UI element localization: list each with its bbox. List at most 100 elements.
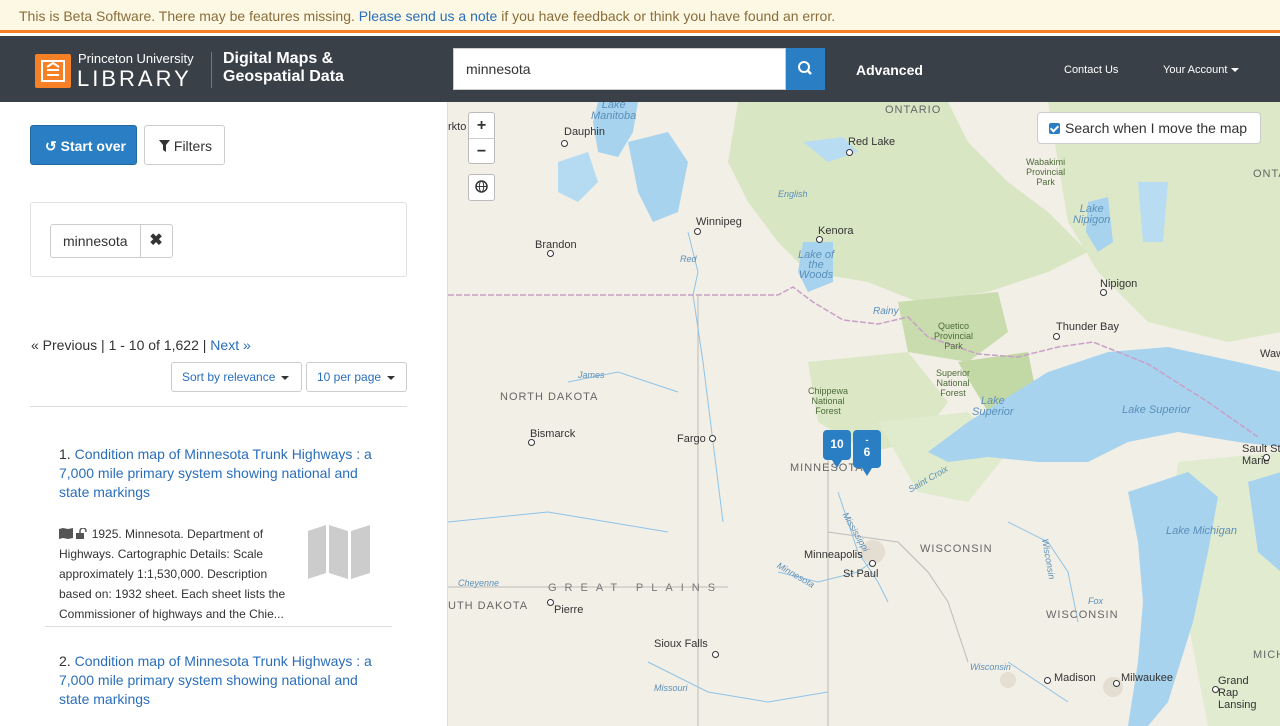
city-dot — [1053, 333, 1060, 340]
contact-us-link[interactable]: Contact Us — [1064, 64, 1118, 76]
city-dot — [846, 149, 853, 156]
library-wordmark[interactable]: LIBRARY — [77, 66, 192, 92]
city-dot — [561, 140, 568, 147]
beta-text: This is Beta Software. There may be feat… — [19, 8, 355, 24]
app-title-line2: Geospatial Data — [223, 68, 344, 85]
zoom-out-button[interactable]: − — [469, 139, 494, 164]
remove-constraint-button[interactable]: ✖ — [141, 225, 172, 257]
label-milwaukee: Milwaukee — [1121, 672, 1173, 684]
city-dot — [1113, 680, 1120, 687]
label-lake-nipigon: Lake Nipigon — [1073, 203, 1111, 226]
label-fargo: Fargo — [677, 433, 706, 445]
city-dot — [1212, 686, 1219, 693]
label-pierre: Pierre — [554, 604, 584, 616]
filter-icon — [159, 140, 170, 152]
previous-page: « Previous — [31, 337, 98, 353]
result-description: 1925. Minnesota. Department of Highways.… — [59, 524, 294, 624]
label-sault-ste-marie: Sault SteMarie — [1242, 443, 1280, 467]
label-fox-river: Fox — [1088, 596, 1104, 606]
city-dot — [547, 250, 554, 257]
label-red-lake: Red Lake — [848, 136, 896, 148]
label-lake-michigan: Lake Michigan — [1166, 525, 1237, 537]
label-michigan: MICHIG — [1253, 649, 1280, 661]
marker-count: 10 — [830, 437, 844, 451]
label-chippewa: Chippewa National Forest — [808, 386, 849, 416]
applied-constraints: minnesota ✖ — [30, 202, 407, 277]
label-missouri-river: Missouri — [654, 683, 688, 693]
app-title-line1: Digital Maps & — [223, 50, 334, 67]
map-marker-cluster[interactable]: 10 — [823, 430, 851, 468]
label-quetico: Quetico Provincial Park — [934, 321, 974, 351]
beta-suffix: if you have feedback or think you have f… — [501, 8, 836, 24]
search-when-move-label: Search when I move the map — [1065, 120, 1248, 136]
feedback-link[interactable]: Please send us a note — [359, 8, 498, 24]
label-ontario: ONTARIO — [885, 104, 942, 116]
city-dot — [816, 236, 823, 243]
label-winnipeg: Winnipeg — [696, 216, 742, 228]
result-title-link[interactable]: Condition map of Minnesota Trunk Highway… — [59, 446, 372, 500]
city-dot — [694, 228, 701, 235]
pagination: « Previous | 1 - 10 of 1,622 | Next » — [31, 337, 251, 353]
label-waw: Waw — [1260, 348, 1280, 360]
org-name: Princeton University — [78, 51, 194, 66]
label-rkto: rkto — [448, 121, 467, 133]
label-south-dakota: UTH DAKOTA — [448, 600, 529, 612]
start-over-button[interactable]: ↺ Start over — [30, 125, 137, 165]
label-superior-nf: Superior National Forest — [936, 368, 971, 398]
label-sioux-falls: Sioux Falls — [654, 638, 708, 650]
constraint-label: minnesota — [51, 225, 141, 257]
search-button[interactable] — [786, 48, 825, 90]
label-ontario-2: ONTAR — [1253, 168, 1280, 180]
sort-label: Sort by relevance — [182, 370, 276, 384]
zoom-in-button[interactable]: + — [469, 113, 494, 139]
results-sidebar: ↺ Start over Filters minnesota ✖ « Previ… — [0, 102, 447, 726]
label-thunder-bay: Thunder Bay — [1056, 321, 1119, 333]
label-grand-rapids: Grand Rap — [1218, 675, 1249, 699]
result-description-text: 1925. Minnesota. Department of Highways.… — [59, 527, 286, 621]
map-view[interactable]: LakeManitoba rkto Dauphin ONTARIO ONTAR … — [447, 102, 1280, 726]
result-item: 1. Condition map of Minnesota Trunk High… — [59, 445, 389, 621]
city-dot — [869, 560, 876, 567]
label-great-plains: GREAT PLAINS — [548, 582, 724, 594]
label-wabakimi: Wabakimi Provincial Park — [1026, 157, 1066, 187]
app-title[interactable]: Digital Maps & Geospatial Data — [223, 50, 344, 86]
chevron-down-icon — [387, 375, 396, 380]
label-wisconsin-2: WISCONSIN — [1046, 609, 1119, 621]
label-north-dakota: NORTH DAKOTA — [500, 391, 599, 403]
search-input[interactable] — [453, 48, 786, 90]
header-divider — [211, 52, 212, 88]
checkbox-checked-icon[interactable] — [1049, 123, 1060, 134]
library-logo-icon[interactable] — [35, 54, 71, 88]
label-red-river: Red — [680, 254, 697, 264]
city-dot — [709, 435, 716, 442]
world-extent-button[interactable] — [468, 174, 495, 201]
sort-dropdown[interactable]: Sort by relevance — [171, 362, 302, 392]
search-icon — [798, 61, 812, 75]
unlock-icon — [76, 527, 88, 539]
start-over-label: Start over — [60, 138, 126, 154]
header: Princeton University LIBRARY Digital Map… — [0, 36, 1280, 102]
label-bismarck: Bismarck — [530, 428, 576, 440]
account-label: Your Account — [1163, 64, 1228, 76]
advanced-search-link[interactable]: Advanced — [856, 62, 923, 78]
account-menu[interactable]: Your Account — [1163, 64, 1240, 76]
per-page-dropdown[interactable]: 10 per page — [306, 362, 407, 392]
search-when-move-toggle[interactable]: Search when I move the map — [1037, 112, 1261, 144]
label-lake-of-the-woods: Lake of the Woods — [798, 249, 835, 281]
next-page-link[interactable]: Next » — [210, 337, 250, 353]
undo-icon: ↺ — [45, 138, 57, 154]
label-james-river: James — [578, 370, 605, 380]
label-nipigon: Nipigon — [1100, 278, 1138, 290]
label-st-paul: St Paul — [843, 568, 879, 580]
filters-button[interactable]: Filters — [144, 125, 225, 165]
label-dauphin: Dauphin — [564, 126, 605, 138]
result-title-link[interactable]: Condition map of Minnesota Trunk Highway… — [59, 653, 372, 707]
label-minneapolis: Minneapolis — [804, 549, 863, 561]
beta-banner: This is Beta Software. There may be feat… — [0, 0, 1280, 33]
city-dot — [528, 439, 535, 446]
label-wisconsin: WISCONSIN — [920, 543, 993, 555]
map-marker-cluster[interactable]: - 6 — [853, 430, 881, 476]
label-lansing: Lansing — [1218, 699, 1257, 711]
city-dot — [1044, 677, 1051, 684]
map-thumbnail-icon[interactable] — [308, 525, 370, 584]
